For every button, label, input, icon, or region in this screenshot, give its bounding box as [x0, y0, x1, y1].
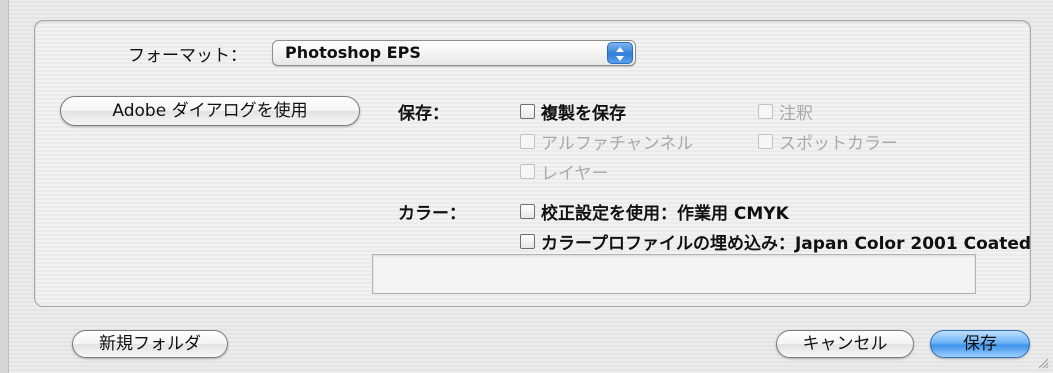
checkbox-label: カラープロファイルの埋め込み：Japan Color 2001 Coated [541, 234, 1032, 254]
checkbox-box[interactable] [520, 204, 535, 219]
message-field [372, 254, 976, 294]
save-button[interactable]: 保存 [930, 330, 1030, 358]
checkbox-use-proof-setup[interactable]: 校正設定を使用：作業用 CMYK [520, 199, 789, 224]
format-select[interactable]: Photoshop EPS [272, 40, 636, 66]
checkbox-box[interactable] [520, 234, 535, 249]
checkbox-annotations[interactable]: 注釈 [758, 99, 813, 124]
use-adobe-dialog-button[interactable]: Adobe ダイアログを使用 [60, 96, 360, 126]
checkbox-label: レイヤー [541, 164, 609, 184]
checkbox-box[interactable] [520, 164, 535, 179]
color-section-label: カラー： [398, 204, 466, 224]
checkbox-label: 注釈 [779, 104, 813, 124]
checkbox-label: 複製を保存 [541, 104, 626, 124]
checkbox-box[interactable] [758, 104, 773, 119]
cancel-button[interactable]: キャンセル [776, 330, 914, 358]
checkbox-box[interactable] [520, 104, 535, 119]
resize-grip-icon[interactable] [1037, 357, 1049, 369]
format-label: フォーマット： [128, 46, 247, 66]
checkbox-label: スポットカラー [779, 134, 898, 154]
format-selected-value: Photoshop EPS [285, 43, 421, 62]
checkbox-spot-colors[interactable]: スポットカラー [758, 129, 898, 154]
window-left-edge [0, 0, 9, 373]
checkbox-box[interactable] [758, 134, 773, 149]
checkbox-embed-color-profile[interactable]: カラープロファイルの埋め込み：Japan Color 2001 Coated [520, 229, 1031, 254]
checkbox-box[interactable] [520, 134, 535, 149]
popup-arrows-icon [607, 42, 633, 64]
checkbox-layers[interactable]: レイヤー [520, 159, 609, 184]
checkbox-label: アルファチャンネル [541, 134, 694, 154]
checkbox-save-copy[interactable]: 複製を保存 [520, 99, 626, 124]
new-folder-button[interactable]: 新規フォルダ [72, 330, 228, 358]
checkbox-alpha-channels[interactable]: アルファチャンネル [520, 129, 693, 154]
save-section-label: 保存： [398, 104, 449, 124]
checkbox-label: 校正設定を使用：作業用 CMYK [541, 204, 789, 224]
